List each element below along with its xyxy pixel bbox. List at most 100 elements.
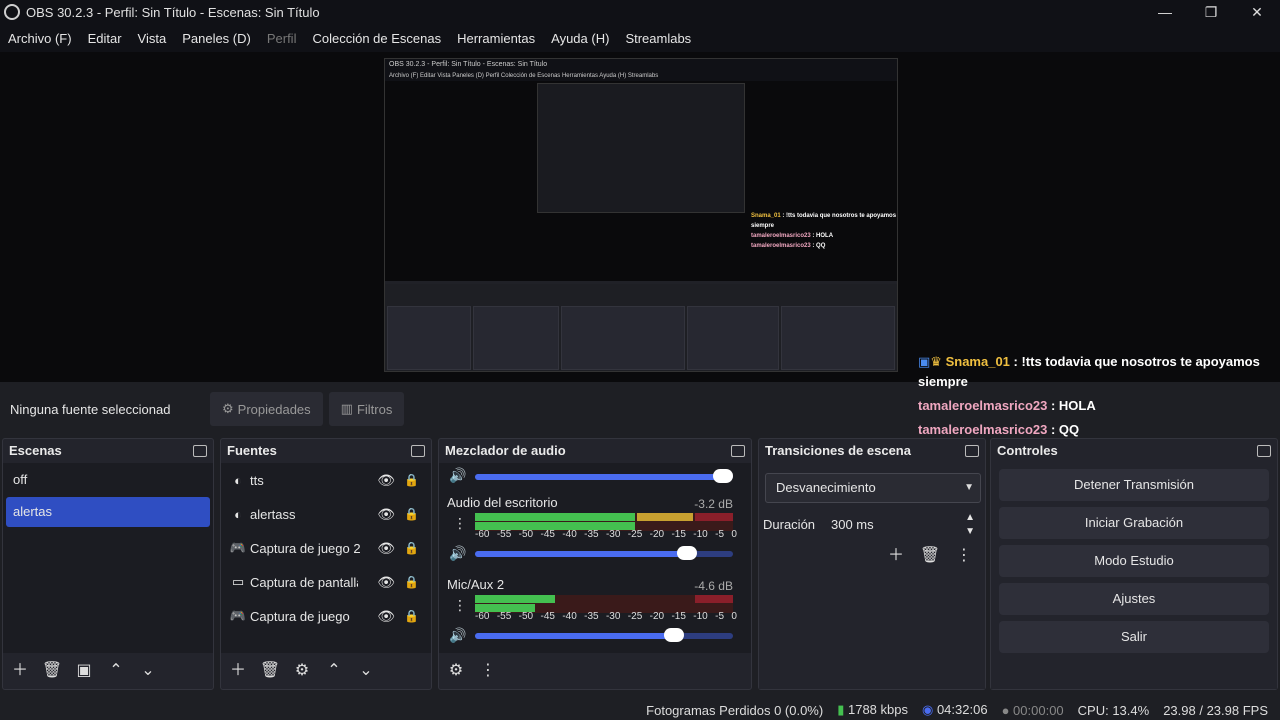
- source-item[interactable]: ▭ Captura de pantalla 👁 🔒: [221, 565, 431, 599]
- sources-footer: ＋ 🗑 ⚙ ⌃ ⌄: [221, 653, 431, 689]
- duration-value: 300 ms: [831, 517, 874, 532]
- eye-icon[interactable]: 👁: [377, 574, 395, 591]
- volume-knob[interactable]: [663, 628, 684, 642]
- source-item[interactable]: ◐ alertass 👁 🔒: [221, 497, 431, 531]
- stop-stream-button[interactable]: Detener Transmisión: [999, 469, 1269, 501]
- lock-icon[interactable]: 🔒: [404, 541, 419, 555]
- duration-spinbox[interactable]: 300 ms ▲ ▼: [823, 511, 981, 539]
- stream-preview[interactable]: OBS 30.2.3 - Perfil: Sin Título - Escena…: [384, 58, 898, 372]
- menu-coleccion-escenas[interactable]: Colección de Escenas: [312, 31, 441, 46]
- kebab-menu-icon[interactable]: ⋮: [453, 515, 467, 532]
- gear-icon[interactable]: ⚙: [291, 660, 313, 682]
- scene-item-alertas[interactable]: alertas: [6, 497, 210, 527]
- speaker-icon[interactable]: 🔊: [449, 467, 466, 484]
- lock-icon[interactable]: 🔒: [404, 575, 419, 589]
- menu-streamlabs[interactable]: Streamlabs: [625, 31, 691, 46]
- source-item[interactable]: 🎮 Captura de juego 2 👁 🔒: [221, 531, 431, 565]
- add-icon[interactable]: ＋: [9, 660, 31, 682]
- kebab-menu-icon[interactable]: ⋮: [953, 545, 975, 567]
- source-name: alertass: [250, 506, 296, 522]
- trash-icon[interactable]: 🗑: [919, 545, 941, 567]
- eye-icon[interactable]: 👁: [377, 472, 395, 489]
- close-button[interactable]: ✕: [1234, 0, 1280, 24]
- volume-slider[interactable]: [475, 546, 733, 560]
- nested-chat-user: tamaleroelmasrico23: [751, 233, 811, 239]
- source-item[interactable]: ◐ tts 👁 🔒: [221, 463, 431, 497]
- scenes-footer: ＋ 🗑 ▣ ⌃ ⌄: [3, 653, 213, 689]
- add-icon[interactable]: ＋: [227, 660, 249, 682]
- lock-icon[interactable]: 🔒: [404, 609, 419, 623]
- speaker-icon[interactable]: 🔊: [449, 627, 466, 644]
- properties-label: Propiedades: [237, 401, 311, 417]
- meter-ticks: -60 -55 -50 -45 -40 -35 -30 -25 -20 -15 -10 -5 0: [475, 529, 737, 540]
- undock-icon[interactable]: [731, 445, 745, 457]
- undock-icon[interactable]: [193, 445, 207, 457]
- obs-logo-icon: [4, 4, 20, 20]
- menu-ayuda[interactable]: Ayuda (H): [551, 31, 609, 46]
- studio-mode-button[interactable]: Modo Estudio: [999, 545, 1269, 577]
- filters-button[interactable]: ▥ Filtros: [328, 392, 405, 426]
- menu-paneles[interactable]: Paneles (D): [182, 31, 251, 46]
- exit-button[interactable]: Salir: [999, 621, 1269, 653]
- menu-archivo[interactable]: Archivo (F): [8, 31, 72, 46]
- duration-label: Duración: [763, 517, 816, 532]
- eye-icon[interactable]: 👁: [377, 540, 395, 557]
- settings-button[interactable]: Ajustes: [999, 583, 1269, 615]
- nested-chat-msg: : HOLA: [812, 233, 834, 239]
- spin-arrows-icon[interactable]: ▲ ▼: [965, 511, 975, 539]
- nested-controls-panel: [781, 306, 895, 370]
- transitions-dock: Transiciones de escena Desvanecimiento ▼ …: [758, 438, 986, 690]
- nested-chat-user: tamaleroelmasrico23: [751, 243, 811, 249]
- volume-fill: [475, 633, 674, 639]
- minimize-button[interactable]: —: [1142, 0, 1188, 24]
- no-source-label: Ninguna fuente seleccionad: [10, 401, 171, 417]
- preview-nested-title: OBS 30.2.3 - Perfil: Sin Título - Escena…: [385, 59, 897, 71]
- lock-icon[interactable]: 🔒: [404, 473, 419, 487]
- undock-icon[interactable]: [965, 445, 979, 457]
- volume-slider[interactable]: [475, 469, 733, 483]
- chevron-up-icon[interactable]: ⌃: [105, 660, 127, 682]
- meter-ticks: -60 -55 -50 -45 -40 -35 -30 -25 -20 -15 -10 -5 0: [475, 611, 737, 622]
- add-icon[interactable]: ＋: [885, 545, 907, 567]
- browser-icon: ◐: [234, 506, 242, 522]
- volume-knob[interactable]: [712, 469, 733, 483]
- menu-herramientas[interactable]: Herramientas: [457, 31, 535, 46]
- start-recording-button[interactable]: Iniciar Grabación: [999, 507, 1269, 539]
- scene-item-off[interactable]: off: [6, 465, 210, 495]
- chat-message: : HOLA: [1047, 398, 1096, 413]
- preview-recursive-window: [537, 83, 745, 213]
- eye-icon[interactable]: 👁: [377, 608, 395, 625]
- scenes-title: Escenas: [9, 443, 62, 458]
- source-name: Captura de pantalla: [250, 574, 358, 590]
- chevron-down-icon[interactable]: ⌄: [355, 660, 377, 682]
- chevron-up-icon[interactable]: ⌃: [323, 660, 345, 682]
- chat-line: ▣♛ Snama_01 : !tts todavia que nosotros …: [914, 350, 1280, 394]
- eye-icon[interactable]: 👁: [377, 506, 395, 523]
- menu-perfil: Perfil: [266, 30, 297, 46]
- nested-sources-panel: [473, 306, 559, 370]
- volume-knob[interactable]: [676, 546, 697, 560]
- trash-icon[interactable]: 🗑: [41, 660, 63, 682]
- controls-body: Detener Transmisión Iniciar Grabación Mo…: [991, 463, 1277, 689]
- volume-slider[interactable]: [475, 628, 733, 642]
- menu-vista[interactable]: Vista: [138, 31, 167, 46]
- kebab-menu-icon[interactable]: ⋮: [453, 597, 467, 614]
- source-item[interactable]: 🎮 Captura de juego 👁 🔒: [221, 599, 431, 633]
- transition-select[interactable]: Desvanecimiento ▼: [765, 473, 981, 503]
- properties-button[interactable]: ⚙ Propiedades: [210, 392, 323, 426]
- gamepad-icon: 🎮: [229, 608, 247, 623]
- undock-icon[interactable]: [1257, 445, 1271, 457]
- lock-icon[interactable]: 🔒: [404, 507, 419, 521]
- scene-filter-icon[interactable]: ▣: [73, 660, 95, 682]
- advanced-audio-gear-icon[interactable]: ⚙: [445, 660, 467, 682]
- menu-bar: Archivo (F) Editar Vista Paneles (D) Per…: [0, 24, 1280, 52]
- restore-button[interactable]: ❐: [1188, 0, 1234, 24]
- chevron-down-icon[interactable]: ⌄: [137, 660, 159, 682]
- undock-icon[interactable]: [411, 445, 425, 457]
- menu-editar[interactable]: Editar: [88, 31, 122, 46]
- speaker-icon[interactable]: 🔊: [449, 545, 466, 562]
- kebab-menu-icon[interactable]: ⋮: [477, 660, 499, 682]
- window-title: OBS 30.2.3 - Perfil: Sin Título - Escena…: [26, 4, 320, 20]
- sources-list: ◐ tts 👁 🔒 ◐ alertass 👁 🔒 🎮 Captura de juego 2 👁 🔒…: [221, 463, 431, 653]
- trash-icon[interactable]: 🗑: [259, 660, 281, 682]
